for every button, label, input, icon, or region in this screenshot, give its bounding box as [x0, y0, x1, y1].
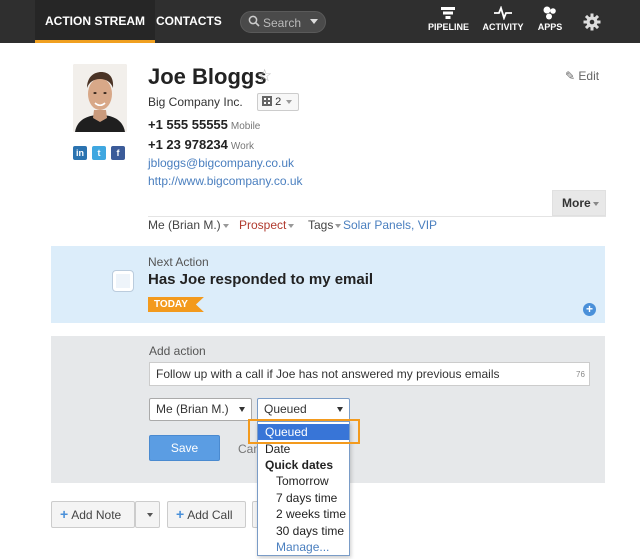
status-label: Prospect — [239, 218, 287, 232]
save-button[interactable]: Save — [149, 435, 220, 461]
phone-number: +1 555 55555 — [148, 117, 228, 132]
apps-icon — [543, 6, 556, 20]
nav-activity[interactable]: ACTIVITY — [482, 6, 524, 32]
chevron-down-icon — [593, 202, 599, 206]
building-icon — [262, 95, 272, 106]
add-action-label: Add action — [149, 344, 206, 358]
top-nav-bar: ACTION STREAM CONTACTS Search PIPELINE A… — [0, 0, 640, 43]
linkedin-icon[interactable]: in — [73, 146, 87, 160]
tags-dropdown[interactable]: Tags — [308, 218, 342, 232]
tab-action-stream[interactable]: ACTION STREAM — [35, 0, 155, 43]
twitter-icon[interactable]: t — [92, 146, 106, 160]
phone-type: Mobile — [230, 121, 261, 132]
phone-number: +1 23 978234 — [148, 137, 228, 152]
chevron-down-icon — [288, 223, 295, 228]
tab-contacts[interactable]: CONTACTS — [146, 0, 232, 43]
pipeline-icon — [441, 7, 455, 19]
add-note-button[interactable]: + Add Note — [51, 501, 135, 528]
status-dropdown[interactable]: Prospect — [239, 218, 295, 232]
focus-highlight — [248, 419, 360, 444]
plus-icon: + — [60, 506, 69, 522]
company-count: 2 — [275, 96, 282, 108]
phone-work[interactable]: +1 23 978234 Work — [148, 137, 254, 152]
timing-select[interactable]: Queued — [257, 398, 350, 421]
pencil-icon: ✎ — [565, 69, 576, 83]
assignee-value: Me (Brian M.) — [156, 402, 229, 416]
chevron-down-icon — [239, 407, 245, 412]
next-action-label: Next Action — [148, 255, 209, 269]
nav-activity-label: ACTIVITY — [482, 22, 524, 32]
assignee-select[interactable]: Me (Brian M.) — [149, 398, 252, 421]
add-note-menu-button[interactable] — [135, 501, 160, 528]
option-tomorrow[interactable]: Tomorrow — [258, 473, 349, 489]
phone-mobile[interactable]: +1 555 55555 Mobile — [148, 117, 260, 132]
option-7-days[interactable]: 7 days time — [258, 490, 349, 506]
option-manage[interactable]: Manage... — [258, 539, 349, 555]
more-label: More — [562, 196, 591, 210]
group-quick-dates: Quick dates — [265, 458, 334, 472]
avatar — [73, 64, 127, 132]
facebook-icon[interactable]: f — [111, 146, 125, 160]
today-badge: TODAY — [148, 297, 204, 312]
company-count-button[interactable]: 2 — [257, 93, 299, 111]
plus-icon: + — [176, 506, 185, 522]
owner-label: Me (Brian M.) — [148, 218, 221, 232]
contact-name: Joe Bloggs — [148, 64, 267, 89]
edit-button[interactable]: ✎ Edit — [565, 69, 599, 83]
timing-value: Queued — [264, 402, 307, 416]
divider — [148, 216, 606, 217]
char-count: 76 — [576, 370, 585, 379]
chevron-down-icon — [222, 223, 229, 228]
edit-label: Edit — [578, 69, 600, 83]
chevron-down-icon — [335, 223, 342, 228]
gear-icon[interactable] — [583, 13, 601, 34]
nav-apps[interactable]: APPS — [537, 6, 563, 32]
phone-type: Work — [230, 141, 255, 152]
activity-icon — [494, 6, 512, 20]
next-action-title[interactable]: Has Joe responded to my email — [148, 271, 373, 288]
search-label: Search — [263, 16, 302, 30]
website-link[interactable]: http://www.bigcompany.co.uk — [148, 174, 303, 188]
chevron-down-icon — [337, 407, 343, 412]
add-call-button[interactable]: + Add Call — [167, 501, 246, 528]
nav-apps-label: APPS — [537, 22, 563, 32]
nav-pipeline-label: PIPELINE — [428, 22, 470, 32]
tags-value[interactable]: Solar Panels, VIP — [343, 218, 437, 232]
option-2-weeks[interactable]: 2 weeks time — [258, 506, 349, 522]
nav-pipeline[interactable]: PIPELINE — [428, 6, 470, 32]
company-name[interactable]: Big Company Inc. — [148, 95, 243, 109]
more-button[interactable]: More — [552, 190, 606, 216]
search-box[interactable]: Search — [240, 11, 326, 33]
search-icon — [248, 15, 260, 30]
next-action-checkbox[interactable] — [112, 270, 134, 292]
chevron-down-icon[interactable] — [310, 19, 318, 24]
owner-dropdown[interactable]: Me (Brian M.) — [148, 218, 229, 232]
add-note-label: Add Note — [71, 508, 122, 522]
option-30-days[interactable]: 30 days time — [258, 523, 349, 539]
email-link[interactable]: jbloggs@bigcompany.co.uk — [148, 156, 294, 170]
action-text-input[interactable]: Follow up with a call if Joe has not ans… — [149, 362, 590, 386]
add-circle-icon[interactable]: + — [583, 303, 596, 316]
add-call-label: Add Call — [187, 508, 233, 522]
tags-label: Tags — [308, 218, 334, 232]
chevron-down-icon — [286, 100, 293, 105]
chevron-down-icon — [147, 513, 153, 517]
star-icon[interactable]: ☆ — [257, 66, 272, 86]
